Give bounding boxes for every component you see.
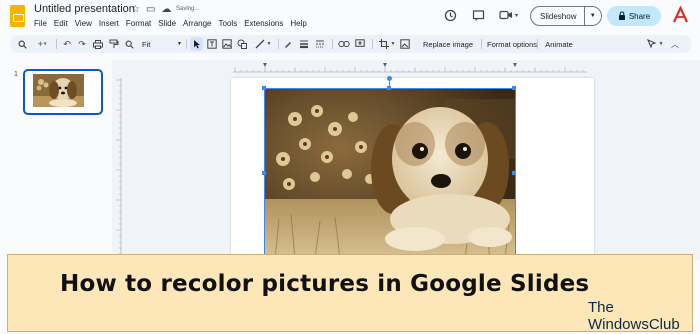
menu-slide[interactable]: Slide [158,19,176,28]
crop-icon[interactable]: ▼ [376,35,398,53]
animate-button[interactable]: Animate [540,35,578,53]
brand-logo[interactable] [672,5,689,29]
print-icon[interactable] [92,35,104,53]
comment-icon[interactable] [469,6,487,24]
link-icon[interactable] [337,35,351,53]
menu-view[interactable]: View [75,19,92,28]
video-call-icon[interactable] [497,6,515,24]
menu-edit[interactable]: Edit [54,19,68,28]
slideshow-button[interactable]: Slideshow ▼ [530,6,602,26]
header-icon-group: ▾ [441,6,518,24]
slide-number: 1 [14,71,18,78]
select-icon[interactable] [190,37,203,51]
undo-icon[interactable]: ↶ [61,35,73,53]
google-slides-logo[interactable] [10,5,25,27]
toolbar-divider [278,39,279,49]
border-dash-icon[interactable] [314,35,326,53]
banner-headline: How to recolor pictures in Google Slides [60,271,590,297]
toolbar-divider [372,39,373,49]
paint-format-icon[interactable] [108,35,120,53]
toolbar: + ▾ ↶ ↷ Fit ▼ ▼ ▼ Replace image Format o… [10,35,692,53]
text-box-icon[interactable] [206,35,218,53]
menu-tools[interactable]: Tools [219,19,238,28]
comment-add-icon[interactable] [354,35,366,53]
new-slide-icon[interactable]: + ▾ [34,35,50,53]
resize-handle[interactable] [512,86,516,90]
chevron-down-icon: ▼ [177,41,182,47]
menu-bar: File Edit View Insert Format Slide Arran… [34,19,307,28]
cloud-icon: ☁ [161,4,172,15]
collapse-toolbar-icon[interactable]: ︿ [668,35,682,53]
menu-extensions[interactable]: Extensions [244,19,283,28]
image-selection-box[interactable] [262,86,516,260]
star-icon[interactable]: ☆ [131,4,140,16]
menu-help[interactable]: Help [290,19,306,28]
menu-file[interactable]: File [34,19,47,28]
mask-image-icon[interactable] [399,35,411,53]
rotate-handle[interactable] [387,76,392,81]
image-icon[interactable] [221,35,233,53]
chevron-down-icon[interactable]: ▾ [515,12,518,19]
menu-format[interactable]: Format [126,19,151,28]
menu-insert[interactable]: Insert [99,19,119,28]
folder-move-icon[interactable]: ▭ [146,4,155,16]
horizontal-ruler[interactable] [233,63,587,73]
toolbar-divider [186,39,187,49]
save-status: Saving... [176,6,200,12]
zoom-label: Fit [142,39,151,49]
redo-icon[interactable]: ↷ [76,35,88,53]
chevron-down-icon[interactable]: ▼ [585,13,601,19]
replace-image-button[interactable]: Replace image [415,35,481,53]
line-icon[interactable]: ▼ [252,35,274,53]
history-icon[interactable] [441,6,459,24]
watermark-windowsclub: WindowsClub [588,316,680,333]
resize-handle[interactable] [262,86,266,90]
shape-icon[interactable] [236,35,248,53]
share-button[interactable]: Share [607,6,661,26]
menu-arrange[interactable]: Arrange [183,19,211,28]
toolbar-divider [332,39,333,49]
editing-mode-icon[interactable]: ▼ [645,35,665,53]
vertical-ruler[interactable] [112,78,122,258]
thumbnail-puppy-image [33,74,84,107]
search-menus-icon[interactable] [15,35,29,53]
border-weight-icon[interactable] [298,35,310,53]
rotation-line [389,80,390,88]
zoom-icon[interactable] [123,35,135,53]
title-icons: ☆ ▭ ☁ [131,4,171,16]
zoom-select[interactable]: Fit ▼ [142,35,182,53]
presentation-title[interactable]: Untitled presentation [34,3,135,15]
border-color-icon[interactable] [282,35,294,53]
slideshow-label: Slideshow [540,11,577,21]
resize-handle[interactable] [262,171,266,175]
resize-handle[interactable] [512,171,516,175]
watermark-the: The [588,299,614,316]
toolbar-divider [537,39,538,49]
share-label: Share [628,11,651,21]
toolbar-divider [56,39,57,49]
lock-icon [618,11,626,22]
